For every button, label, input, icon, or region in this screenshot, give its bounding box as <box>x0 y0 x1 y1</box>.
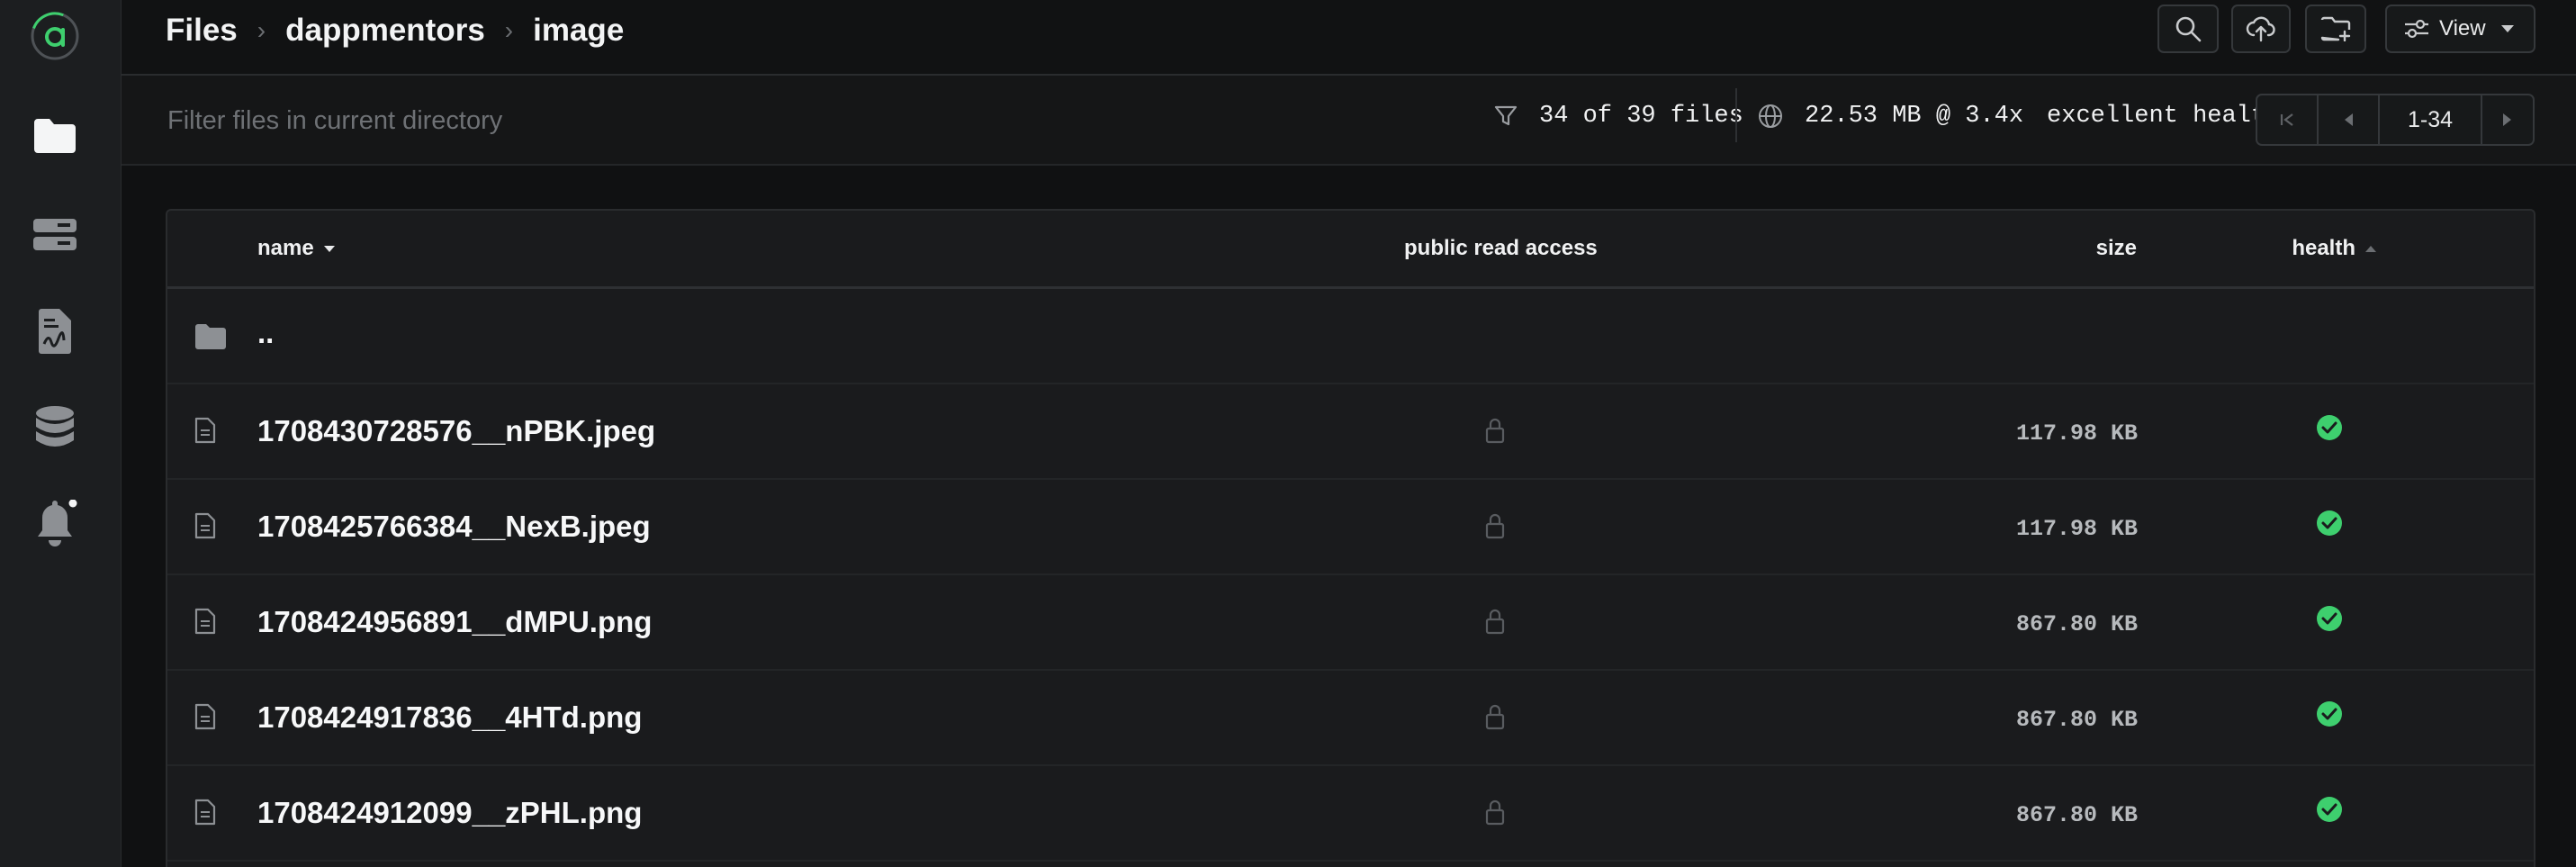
filter-bar: 34 of 39 files 22.53 MB @ 3.4x excellent… <box>122 76 2576 166</box>
breadcrumb-directory[interactable]: image <box>533 13 624 49</box>
storage-text: 22.53 MB @ 3.4x <box>1805 103 2024 130</box>
first-page-icon <box>2280 113 2293 126</box>
sort-asc-icon <box>2365 245 2376 252</box>
filter-input[interactable] <box>166 97 979 144</box>
column-health-label: health <box>2292 236 2355 260</box>
chevron-right-icon: › <box>504 16 514 44</box>
search-icon <box>2175 16 2202 42</box>
parent-directory-row[interactable]: .. <box>167 289 2534 384</box>
file-name[interactable]: 1708424917836__4HTd.png <box>257 700 642 735</box>
next-page-button[interactable] <box>2482 95 2533 144</box>
table-row[interactable]: 1708425766384__NexB.jpeg 117.98 KB <box>167 480 2534 575</box>
check-circle-icon <box>2317 510 2342 536</box>
table-row[interactable]: 1708424917836__4HTd.png 867.80 KB <box>167 671 2534 766</box>
file-count: 34 of 39 files <box>1494 103 1743 130</box>
file-size: 117.98 KB <box>2015 516 2138 542</box>
first-page-button[interactable] <box>2257 95 2319 144</box>
table-row[interactable]: 1708424912099__zPHL.png 867.80 KB <box>167 766 2534 862</box>
lock-icon[interactable] <box>1485 799 1505 826</box>
breadcrumb-files[interactable]: Files <box>166 13 238 49</box>
top-bar: Files › dappmentors › image View <box>122 0 2576 76</box>
caret-right-icon <box>2503 113 2511 126</box>
column-public-access[interactable]: public read access <box>1404 236 1598 261</box>
file-size: 117.98 KB <box>2015 420 2138 447</box>
caret-down-icon <box>2500 25 2514 32</box>
file-icon <box>194 799 216 826</box>
main-area: Files › dappmentors › image View 34 of 3… <box>122 0 2576 867</box>
check-circle-icon <box>2317 797 2342 822</box>
table-row[interactable]: 1708424956891__dMPU.png 867.80 KB <box>167 575 2534 671</box>
folder-icon <box>195 324 226 349</box>
file-name[interactable]: 1708425766384__NexB.jpeg <box>257 510 651 544</box>
chevron-right-icon: › <box>257 16 266 44</box>
hosts-icon[interactable] <box>28 208 82 262</box>
column-size[interactable]: size <box>2096 236 2137 261</box>
file-icon <box>194 417 216 444</box>
page-range: 1-34 <box>2380 95 2482 144</box>
search-button[interactable] <box>2157 5 2219 53</box>
bell-icon[interactable] <box>28 498 82 552</box>
check-circle-icon <box>2317 415 2342 440</box>
storage-stats: 22.53 MB @ 3.4x excellent health <box>1758 103 2280 130</box>
parent-directory-label: .. <box>257 316 275 349</box>
check-circle-icon <box>2317 701 2342 727</box>
column-health[interactable]: health <box>2292 236 2377 261</box>
new-folder-button[interactable] <box>2305 5 2366 53</box>
health-text: excellent health <box>2047 103 2281 130</box>
cloud-upload-icon <box>2246 16 2275 42</box>
check-circle-icon <box>2317 606 2342 631</box>
file-count-text: 34 of 39 files <box>1539 103 1743 130</box>
file-icon <box>194 608 216 635</box>
column-name[interactable]: name <box>257 236 336 261</box>
folder-add-icon <box>2320 16 2351 41</box>
prev-page-button[interactable] <box>2319 95 2380 144</box>
app-logo-icon[interactable] <box>28 9 82 63</box>
globe-icon <box>1759 104 1782 128</box>
file-name[interactable]: 1708430728576__nPBK.jpeg <box>257 414 655 448</box>
file-size: 867.80 KB <box>2015 611 2138 637</box>
lock-icon[interactable] <box>1485 417 1505 444</box>
sort-desc-icon <box>323 245 335 252</box>
contracts-icon[interactable] <box>28 304 82 358</box>
file-name[interactable]: 1708424912099__zPHL.png <box>257 796 642 830</box>
column-name-label: name <box>257 236 314 260</box>
breadcrumb-bucket[interactable]: dappmentors <box>285 13 485 49</box>
pagination: 1-34 <box>2256 94 2535 146</box>
file-size: 867.80 KB <box>2015 802 2138 828</box>
database-icon[interactable] <box>28 402 82 456</box>
folder-icon[interactable] <box>28 109 82 163</box>
view-button-label: View <box>2439 16 2486 41</box>
file-size: 867.80 KB <box>2015 707 2138 733</box>
caret-left-icon <box>2345 113 2353 126</box>
upload-button[interactable] <box>2231 5 2291 53</box>
table-row[interactable]: 1708430728576__nPBK.jpeg 117.98 KB <box>167 384 2534 480</box>
divider <box>1735 88 1737 142</box>
table-header: name public read access size health <box>167 211 2534 289</box>
file-icon <box>194 703 216 730</box>
lock-icon[interactable] <box>1485 703 1505 730</box>
sidebar <box>0 0 122 867</box>
file-name[interactable]: 1708424956891__dMPU.png <box>257 605 652 639</box>
sliders-icon <box>2405 19 2428 39</box>
breadcrumb: Files › dappmentors › image <box>166 7 624 54</box>
filter-icon <box>1494 105 1518 126</box>
view-button[interactable]: View <box>2385 5 2535 53</box>
files-table: name public read access size health .. 1… <box>166 209 2535 867</box>
file-icon <box>194 512 216 539</box>
lock-icon[interactable] <box>1485 512 1505 539</box>
lock-icon[interactable] <box>1485 608 1505 635</box>
